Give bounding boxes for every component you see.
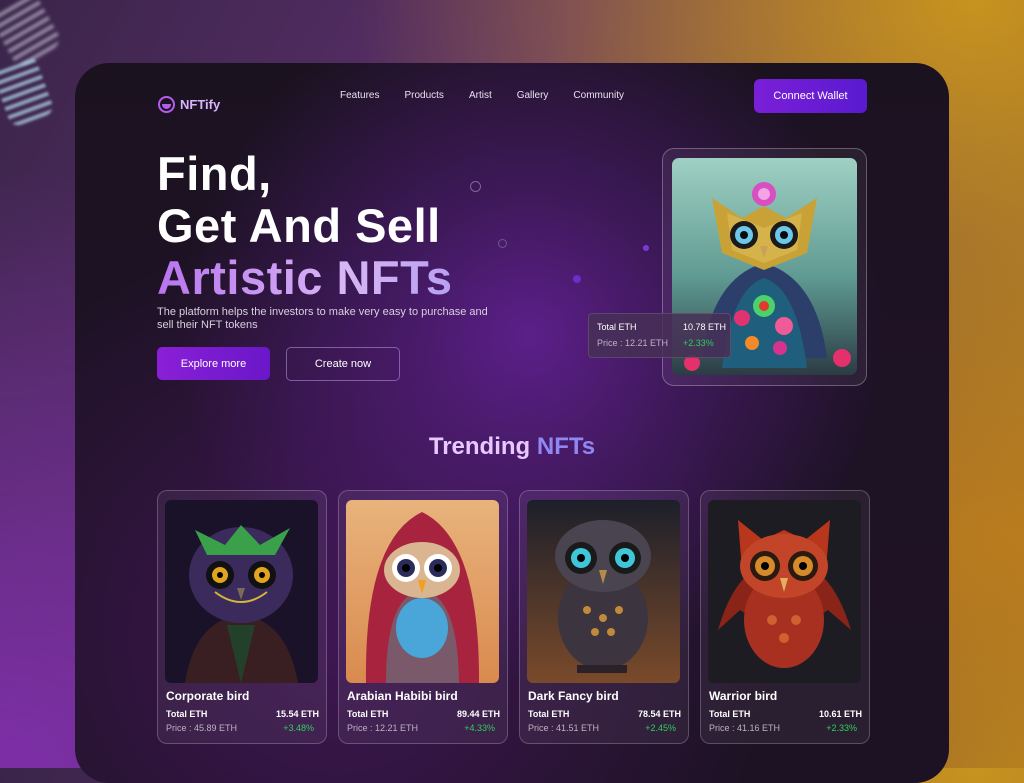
nav-item-community[interactable]: Community: [573, 88, 624, 104]
decorative-dot: [643, 245, 649, 251]
total-eth-label: Total ETH: [347, 709, 389, 719]
nft-card-title: Dark Fancy bird: [528, 689, 619, 703]
trending-title-accent: NFTs: [536, 433, 596, 460]
total-eth-value: 10.61 ETH: [818, 709, 862, 719]
price-change: +3.48%: [283, 723, 314, 733]
decorative-dot: [573, 275, 581, 283]
price-label: Price : 12.21 ETH: [347, 723, 419, 733]
hero-title-line-1: Find,: [157, 147, 272, 200]
decorative-dot: [470, 181, 481, 192]
hero-description: The platform helps the investors to make…: [157, 306, 488, 331]
featured-price-tooltip: Total ETH 10.78 ETH Price : 12.21 ETH +2…: [588, 313, 731, 358]
nft-card-title: Corporate bird: [166, 689, 250, 703]
total-eth-value: 78.54 ETH: [637, 709, 681, 719]
price-change: +2.45%: [645, 723, 676, 733]
brand-logo[interactable]: NFTify: [158, 96, 220, 113]
total-eth-label: Total ETH: [166, 709, 208, 719]
nft-image-corporate-owl: [165, 500, 318, 683]
nav-item-products[interactable]: Products: [404, 88, 443, 104]
hero-headline: Find, Get And Sell Artistic NFTs: [157, 148, 577, 304]
price-label: Price : 12.21 ETH: [597, 338, 669, 348]
connect-wallet-button[interactable]: Connect Wallet: [754, 79, 867, 113]
top-navigation: NFTify Features Products Artist Gallery …: [158, 79, 867, 124]
total-eth-value: 89.44 ETH: [456, 709, 500, 719]
price-label: Price : 41.16 ETH: [709, 723, 781, 733]
hero-title-line-2: Get And Sell: [157, 199, 441, 252]
trending-section-title: Trending NFTs: [75, 433, 949, 461]
nft-card[interactable]: Corporate bird Total ETH 15.54 ETH Price…: [157, 490, 327, 744]
landing-page-frame: NFTify Features Products Artist Gallery …: [75, 63, 949, 783]
trending-cards-row: Corporate bird Total ETH 15.54 ETH Price…: [157, 490, 870, 745]
logo-icon: [158, 96, 175, 113]
nft-card[interactable]: Arabian Habibi bird Total ETH 89.44 ETH …: [338, 490, 508, 744]
explore-more-button[interactable]: Explore more: [157, 347, 270, 380]
nft-image-warrior-owl: [708, 500, 861, 683]
total-eth-value: 15.54 ETH: [275, 709, 319, 719]
decorative-spring-right: [0, 54, 56, 128]
nft-image-arabian-owl: [346, 500, 499, 683]
total-eth-label: Total ETH: [597, 322, 637, 332]
nft-card-title: Arabian Habibi bird: [347, 689, 458, 703]
nft-card[interactable]: Dark Fancy bird Total ETH 78.54 ETH Pric…: [519, 490, 689, 744]
price-label: Price : 45.89 ETH: [166, 723, 238, 733]
create-now-button[interactable]: Create now: [286, 347, 400, 381]
decorative-dot: [498, 239, 507, 248]
price-change: +4.33%: [464, 723, 495, 733]
total-eth-label: Total ETH: [709, 709, 751, 719]
nav-item-artist[interactable]: Artist: [469, 88, 492, 104]
trending-title-word: Trending: [428, 433, 531, 460]
nav-menu: Features Products Artist Gallery Communi…: [340, 88, 649, 104]
price-label: Price : 41.51 ETH: [528, 723, 600, 733]
price-change: +2.33%: [683, 338, 714, 348]
nav-item-gallery[interactable]: Gallery: [517, 88, 549, 104]
hero-title-line-3: Artistic NFTs: [157, 252, 577, 304]
price-change: +2.33%: [826, 723, 857, 733]
nft-card-title: Warrior bird: [709, 689, 778, 703]
brand-name: NFTify: [180, 97, 221, 112]
nft-card[interactable]: Warrior bird Total ETH 10.61 ETH Price :…: [700, 490, 870, 744]
nft-image-dark-fancy-owl: [527, 500, 680, 683]
nav-item-features[interactable]: Features: [340, 88, 379, 104]
total-eth-label: Total ETH: [528, 709, 570, 719]
total-eth-value: 10.78 ETH: [683, 322, 727, 332]
